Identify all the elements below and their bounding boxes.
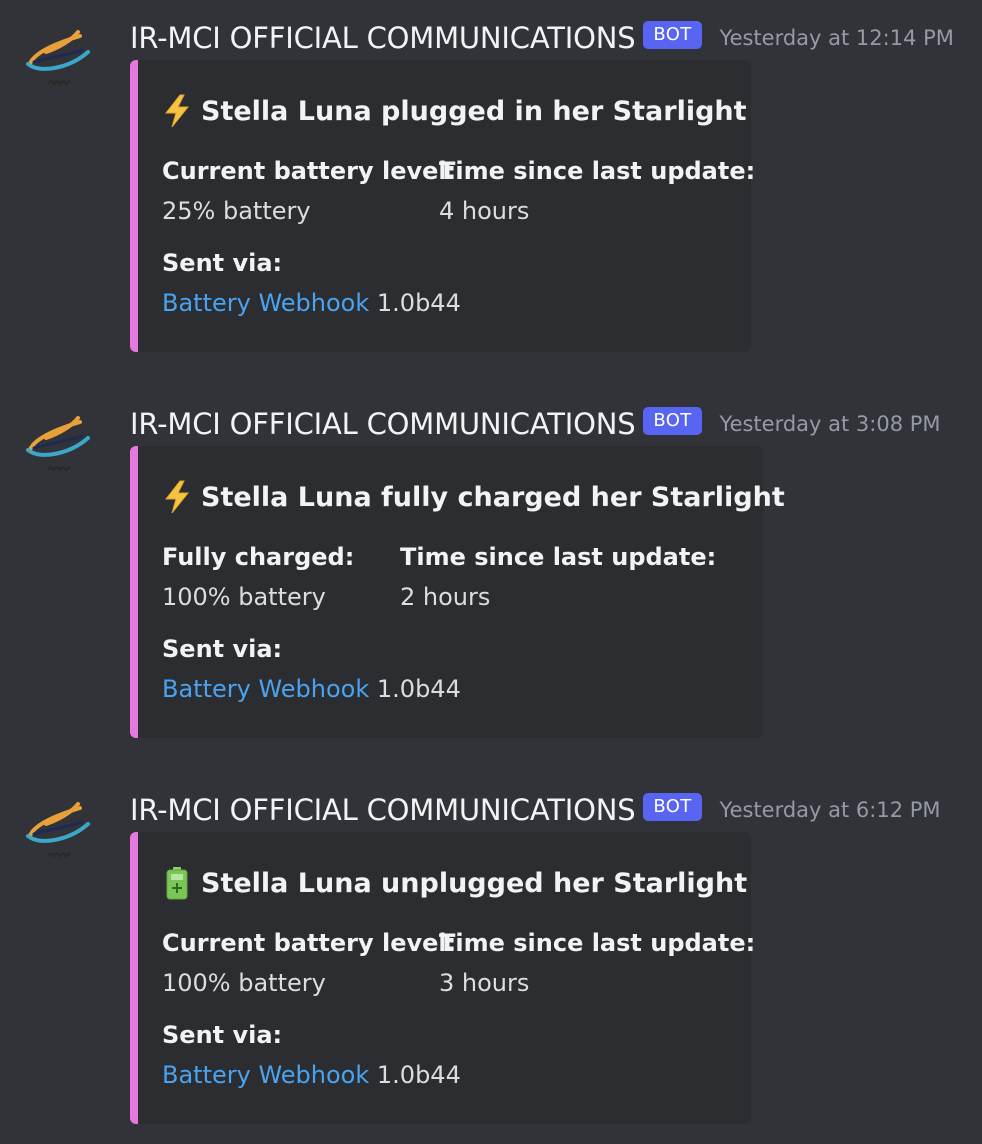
message: IR-MCI OFFICIAL COMMUNICATIONS BOT Yeste… [0,404,982,744]
message-feed: IR-MCI OFFICIAL COMMUNICATIONS BOT Yeste… [0,0,982,1144]
embed-title: Stella Luna unplugged her Starlight [162,866,747,900]
embed-field: Fully charged: 100% battery [162,540,354,614]
version-text: 1.0b44 [369,675,461,703]
embed-title-text: Stella Luna unplugged her Starlight [201,867,748,899]
message-header: IR-MCI OFFICIAL COMMUNICATIONS BOT Yeste… [130,404,941,444]
battery-icon [162,866,192,900]
version-text: 1.0b44 [369,1061,461,1089]
avatar[interactable] [20,790,94,864]
embed-field: Time since last update: 4 hours [439,154,755,228]
field-value: 25% battery [162,197,311,225]
embed-field: Time since last update: 3 hours [439,926,755,1000]
embed: Stella Luna plugged in her Starlight Cur… [130,60,755,352]
embed-field: Time since last update: 2 hours [400,540,716,614]
field-name: Time since last update: [439,157,756,185]
embed-field: Current battery level: 100% battery [162,926,456,1000]
mci-logo-icon [26,802,90,859]
embed: Stella Luna unplugged her Starlight Curr… [130,832,755,1124]
field-value: 4 hours [439,197,530,225]
field-name: Time since last update: [400,543,717,571]
author-name[interactable]: IR-MCI OFFICIAL COMMUNICATIONS [130,793,636,827]
field-value: 100% battery [162,969,326,997]
message-header: IR-MCI OFFICIAL COMMUNICATIONS BOT Yeste… [130,18,954,58]
field-name: Sent via: [162,249,283,277]
embed: Stella Luna fully charged her Starlight … [130,446,785,738]
webhook-link[interactable]: Battery Webhook [162,675,369,703]
avatar[interactable] [20,404,94,478]
message: IR-MCI OFFICIAL COMMUNICATIONS BOT Yeste… [0,18,982,358]
version-text: 1.0b44 [369,289,461,317]
bot-tag: BOT [643,21,702,49]
author-name[interactable]: IR-MCI OFFICIAL COMMUNICATIONS [130,21,636,55]
field-name: Time since last update: [439,929,756,957]
lightning-bolt-icon [162,94,192,128]
message: IR-MCI OFFICIAL COMMUNICATIONS BOT Yeste… [0,790,982,1130]
webhook-link[interactable]: Battery Webhook [162,1061,369,1089]
field-value: 3 hours [439,969,530,997]
bot-tag: BOT [643,407,702,435]
message-header: IR-MCI OFFICIAL COMMUNICATIONS BOT Yeste… [130,790,941,830]
field-value: 2 hours [400,583,491,611]
sent-via-field: Sent via: Battery Webhook 1.0b44 [162,246,461,320]
lightning-bolt-icon [162,480,192,514]
webhook-link[interactable]: Battery Webhook [162,289,369,317]
embed-title-text: Stella Luna fully charged her Starlight [201,481,785,513]
field-name: Current battery level: [162,157,457,185]
embed-title: Stella Luna fully charged her Starlight [162,480,785,514]
timestamp[interactable]: Yesterday at 3:08 PM [720,412,941,436]
author-name[interactable]: IR-MCI OFFICIAL COMMUNICATIONS [130,407,636,441]
sent-via-field: Sent via: Battery Webhook 1.0b44 [162,1018,461,1092]
mci-logo-icon [26,416,90,473]
embed-title: Stella Luna plugged in her Starlight [162,94,747,128]
bot-tag: BOT [643,793,702,821]
timestamp[interactable]: Yesterday at 12:14 PM [720,26,954,50]
mci-logo-icon [26,30,90,87]
field-name: Sent via: [162,635,283,663]
field-name: Sent via: [162,1021,283,1049]
timestamp[interactable]: Yesterday at 6:12 PM [720,798,941,822]
embed-title-text: Stella Luna plugged in her Starlight [201,95,747,127]
avatar[interactable] [20,18,94,92]
field-value: Battery Webhook 1.0b44 [162,286,461,320]
sent-via-field: Sent via: Battery Webhook 1.0b44 [162,632,461,706]
field-value: Battery Webhook 1.0b44 [162,1058,461,1092]
embed-field: Current battery level: 25% battery [162,154,456,228]
field-name: Fully charged: [162,543,355,571]
field-value: Battery Webhook 1.0b44 [162,672,461,706]
field-name: Current battery level: [162,929,457,957]
field-value: 100% battery [162,583,326,611]
